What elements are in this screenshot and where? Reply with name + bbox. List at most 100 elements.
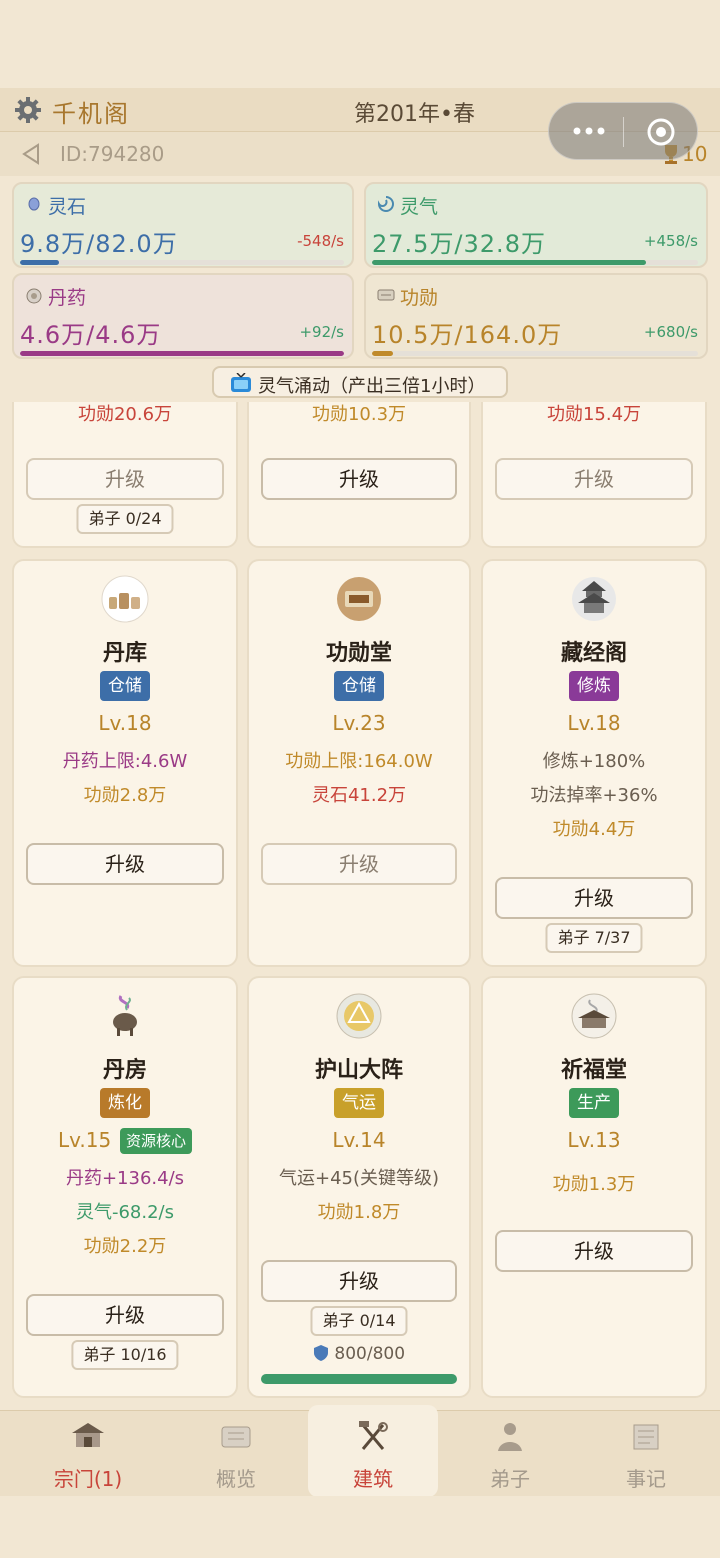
blessing-hall-icon [571, 993, 617, 1039]
sect-title: 千机阁 [52, 100, 130, 128]
building-card: 功勋10.3万 升级 [247, 402, 471, 548]
category-tag: 气运 [334, 1088, 384, 1118]
building-name: 护山大阵 [314, 1058, 403, 1083]
building-card-hu-shan-da-zhen[interactable]: 护山大阵 气运 Lv.14 气运+45(关键等级) 功勋1.8万 升级 弟子 0… [247, 976, 471, 1398]
year-season: 第201年•春 [354, 102, 475, 127]
resource-progress-bar [372, 351, 698, 356]
warehouse-jars-icon [101, 575, 149, 623]
alchemy-furnace-icon [113, 995, 137, 1036]
pagoda-icon [572, 577, 616, 621]
resource-progress-fill [20, 260, 59, 265]
upgrade-button[interactable]: 升级 [495, 458, 693, 500]
pill-gourd-icon [26, 288, 42, 304]
cost-line: 功勋1.8万 [317, 1202, 401, 1223]
resource-progress-fill [372, 260, 646, 265]
tab-overview[interactable]: 概览 [164, 1411, 308, 1497]
building-name: 藏经阁 [560, 641, 627, 666]
category-tag: 修炼 [569, 671, 619, 701]
tab-buildings[interactable]: 建筑 [308, 1405, 438, 1497]
resource-rate: +680/s [643, 323, 698, 341]
building-level: Lv.23 [332, 711, 386, 735]
category-tag: 生产 [569, 1088, 619, 1118]
resource-progress-bar [20, 260, 344, 265]
resource-value: 10.5万/164.0万 [372, 321, 563, 349]
resource-name: 丹药 [48, 287, 87, 309]
cost-line: 灵石41.2万 [311, 785, 407, 806]
tab-sect[interactable]: 宗门(1) [16, 1411, 160, 1497]
upgrade-button[interactable]: 升级 [261, 458, 457, 500]
upgrade-button[interactable]: 升级 [261, 1260, 457, 1302]
resource-value: 4.6万/4.6万 [20, 321, 162, 349]
back-icon[interactable] [20, 142, 42, 166]
resource-progress-bar [372, 260, 698, 265]
upgrade-cost: 功勋20.6万 [77, 404, 173, 425]
resource-merit: 功勋 10.5万/164.0万 +680/s [364, 273, 708, 359]
cost-line: 功勋2.2万 [83, 1236, 167, 1257]
tab-label: 概览 [216, 1467, 256, 1491]
upgrade-button[interactable]: 升级 [495, 877, 693, 919]
more-icon[interactable] [571, 121, 607, 141]
building-card: 功勋15.4万 升级 [481, 402, 707, 548]
tools-icon [359, 1421, 388, 1450]
spirit-surge-notice[interactable]: 灵气涌动（产出三倍1小时） [212, 366, 508, 398]
upgrade-button[interactable]: 升级 [261, 843, 457, 885]
resource-progress-bar [20, 351, 344, 356]
tab-label: 弟子 [490, 1467, 530, 1491]
upgrade-cost: 功勋10.3万 [311, 404, 407, 425]
merit-hall-icon [337, 577, 381, 621]
effect-line: 功法掉率+36% [530, 785, 658, 806]
tab-disciples[interactable]: 弟子 [438, 1411, 582, 1497]
tab-label: 宗门(1) [53, 1467, 123, 1491]
resource-rate: +458/s [643, 232, 698, 250]
disciple-count: 弟子 7/37 [545, 923, 643, 953]
building-level: Lv.13 [567, 1128, 621, 1152]
building-card-dan-fang[interactable]: 丹房 炼化 Lv.15 资源核心 丹药+136.4/s 灵气-68.2/s 功勋… [12, 976, 238, 1398]
upgrade-cost: 功勋15.4万 [546, 404, 642, 425]
disciple-count: 弟子 0/14 [310, 1306, 408, 1336]
upgrade-button[interactable]: 升级 [495, 1230, 693, 1272]
effect-line: 气运+45(关键等级) [278, 1168, 440, 1189]
tab-records[interactable]: 事记 [574, 1411, 718, 1497]
upgrade-button[interactable]: 升级 [26, 843, 224, 885]
category-tag: 仓储 [100, 671, 150, 701]
effect-line: 功勋上限:164.0W [285, 751, 433, 772]
building-name: 丹库 [102, 641, 147, 666]
cost-line: 功勋4.4万 [552, 819, 636, 840]
resource-name: 灵气 [400, 196, 439, 218]
resource-name: 灵石 [48, 196, 87, 218]
close-target-icon[interactable] [645, 116, 677, 148]
building-card-dan-ku[interactable]: 丹库 仓储 Lv.18 丹药上限:4.6W 功勋2.8万 升级 [12, 559, 238, 967]
sect-icon [72, 1423, 104, 1447]
top-blank-area [0, 0, 720, 88]
cost-line: 功勋1.3万 [552, 1174, 636, 1195]
gear-icon[interactable] [14, 96, 42, 124]
miniprogram-capsule [548, 102, 698, 160]
building-name: 丹房 [102, 1058, 147, 1083]
resource-progress-fill [372, 351, 393, 356]
shield-value: 800/800 [334, 1344, 406, 1364]
building-level: Lv.18 [98, 711, 152, 735]
shield-durability: 800/800 [313, 1344, 405, 1364]
building-card-qi-fu-tang[interactable]: 祈福堂 生产 Lv.13 功勋1.3万 升级 [481, 976, 707, 1398]
building-card-cang-jing-ge[interactable]: 藏经阁 修炼 Lv.18 修炼+180% 功法掉率+36% 功勋4.4万 升级 … [481, 559, 707, 967]
notice-text: 灵气涌动（产出三倍1小时） [258, 376, 486, 397]
upgrade-button[interactable]: 升级 [26, 1294, 224, 1336]
building-card-gong-xun-tang[interactable]: 功勋堂 仓储 Lv.23 功勋上限:164.0W 灵石41.2万 升级 [247, 559, 471, 967]
resource-name: 功勋 [400, 287, 439, 309]
upgrade-button[interactable]: 升级 [26, 458, 224, 500]
building-card: 功勋20.6万 升级 弟子 0/24 [12, 402, 238, 548]
effect-line: 丹药上限:4.6W [62, 751, 188, 772]
resource-rate: -548/s [297, 232, 344, 250]
resource-spirit-stone: 灵石 9.8万/82.0万 -548/s [12, 182, 354, 268]
user-id: ID:794280 [60, 142, 165, 166]
resource-value: 27.5万/32.8万 [372, 230, 546, 258]
building-level: Lv.18 [567, 711, 621, 735]
formation-array-icon [336, 993, 382, 1039]
resource-value: 9.8万/82.0万 [20, 230, 178, 258]
scroll-icon [221, 1426, 251, 1448]
disciple-count: 弟子 0/24 [76, 504, 174, 534]
resource-core-badge: 资源核心 [120, 1128, 193, 1154]
building-name: 功勋堂 [325, 641, 392, 666]
category-tag: 仓储 [334, 671, 384, 701]
resource-rate: +92/s [299, 323, 344, 341]
